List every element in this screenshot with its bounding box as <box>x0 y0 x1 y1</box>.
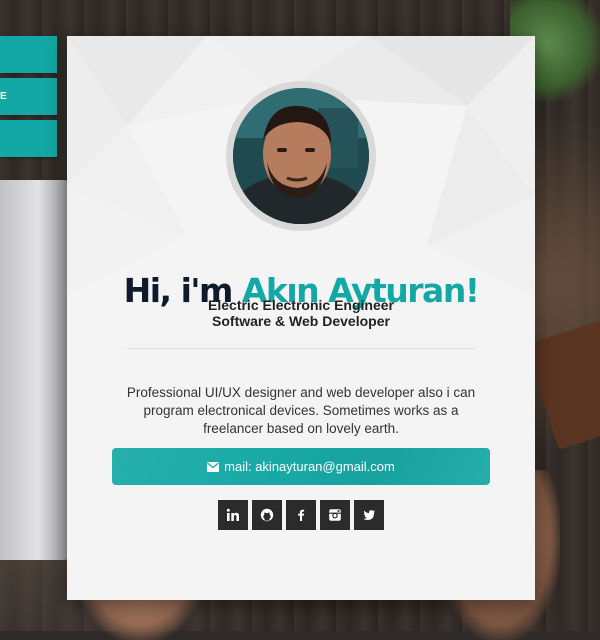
profile-title-line-2: Software & Web Developer <box>212 313 390 329</box>
mail-button[interactable]: mail: akinayturan@gmail.com <box>112 448 490 485</box>
twitter-icon <box>362 508 376 522</box>
linkedin-button[interactable] <box>218 500 248 530</box>
envelope-icon <box>207 461 220 472</box>
github-button[interactable] <box>252 500 282 530</box>
social-links <box>218 500 384 530</box>
side-nav-tab-label: E <box>0 91 7 102</box>
profile-bio: Professional UI/UX designer and web deve… <box>126 384 476 436</box>
facebook-button[interactable] <box>286 500 316 530</box>
side-nav-tab-3[interactable] <box>0 120 57 157</box>
divider <box>127 348 475 349</box>
avatar <box>233 88 369 224</box>
facebook-icon <box>294 508 308 522</box>
github-icon <box>260 508 274 522</box>
mail-button-label: mail: akinayturan@gmail.com <box>224 459 395 474</box>
side-navigation: E <box>0 36 57 162</box>
instagram-icon <box>328 508 342 522</box>
profile-title-line-1: Electric Electronic Engineer <box>208 297 394 313</box>
side-nav-tab-2[interactable]: E <box>0 78 57 115</box>
laptop-decoration <box>0 180 70 560</box>
instagram-button[interactable] <box>320 500 350 530</box>
twitter-button[interactable] <box>354 500 384 530</box>
side-nav-tab-1[interactable] <box>0 36 57 73</box>
profile-card: Hi, i'm Akın Ayturan! Electric Electroni… <box>67 36 535 600</box>
linkedin-icon <box>226 508 240 522</box>
profile-photo <box>233 88 369 224</box>
chocolate-decoration <box>524 320 600 450</box>
avatar-ring <box>226 81 376 231</box>
